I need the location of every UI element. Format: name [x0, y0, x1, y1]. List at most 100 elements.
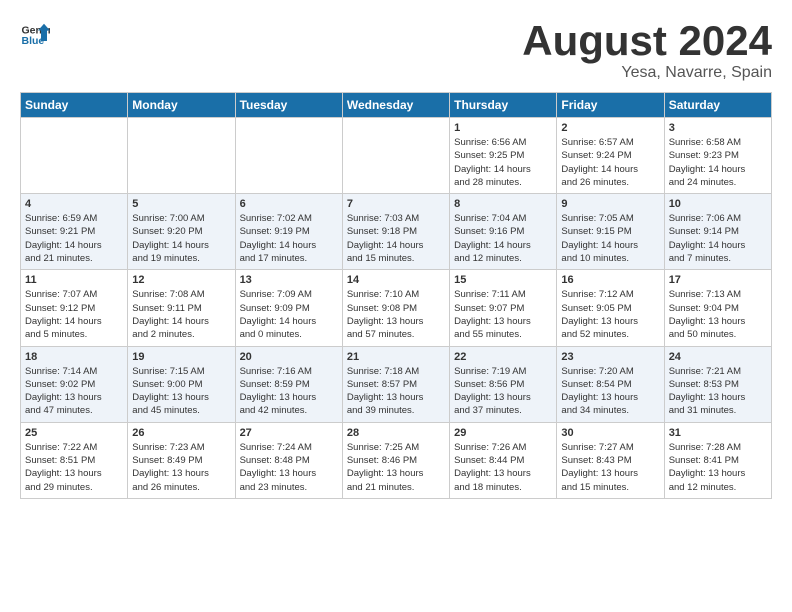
day-number: 10 [669, 198, 767, 210]
day-info: Sunrise: 7:25 AM Sunset: 8:46 PM Dayligh… [347, 441, 445, 494]
day-number: 11 [25, 274, 123, 286]
title-area: August 2024 Yesa, Navarre, Spain [522, 20, 772, 82]
day-info: Sunrise: 7:28 AM Sunset: 8:41 PM Dayligh… [669, 441, 767, 494]
table-row [128, 118, 235, 194]
day-number: 21 [347, 351, 445, 363]
day-number: 17 [669, 274, 767, 286]
day-info: Sunrise: 6:58 AM Sunset: 9:23 PM Dayligh… [669, 136, 767, 189]
calendar-header-row: Sunday Monday Tuesday Wednesday Thursday… [21, 93, 772, 118]
day-number: 5 [132, 198, 230, 210]
day-info: Sunrise: 7:24 AM Sunset: 8:48 PM Dayligh… [240, 441, 338, 494]
day-number: 6 [240, 198, 338, 210]
day-info: Sunrise: 7:26 AM Sunset: 8:44 PM Dayligh… [454, 441, 552, 494]
day-number: 4 [25, 198, 123, 210]
calendar-week-row: 18 Sunrise: 7:14 AM Sunset: 9:02 PM Dayli… [21, 346, 772, 422]
day-info: Sunrise: 7:23 AM Sunset: 8:49 PM Dayligh… [132, 441, 230, 494]
day-info: Sunrise: 7:19 AM Sunset: 8:56 PM Dayligh… [454, 365, 552, 418]
table-row: 17 Sunrise: 7:13 AM Sunset: 9:04 PM Dayli… [664, 270, 771, 346]
header-tuesday: Tuesday [235, 93, 342, 118]
day-info: Sunrise: 7:02 AM Sunset: 9:19 PM Dayligh… [240, 212, 338, 265]
location: Yesa, Navarre, Spain [522, 64, 772, 82]
day-info: Sunrise: 7:18 AM Sunset: 8:57 PM Dayligh… [347, 365, 445, 418]
table-row: 11Sunrise: 7:07 AM Sunset: 9:12 PM Dayli… [21, 270, 128, 346]
day-number: 2 [561, 122, 659, 134]
day-number: 24 [669, 351, 767, 363]
day-number: 23 [561, 351, 659, 363]
day-info: Sunrise: 7:22 AM Sunset: 8:51 PM Dayligh… [25, 441, 123, 494]
day-info: Sunrise: 7:11 AM Sunset: 9:07 PM Dayligh… [454, 288, 552, 341]
calendar-week-row: 11Sunrise: 7:07 AM Sunset: 9:12 PM Dayli… [21, 270, 772, 346]
day-number: 18 [25, 351, 123, 363]
day-info: Sunrise: 7:06 AM Sunset: 9:14 PM Dayligh… [669, 212, 767, 265]
table-row: 20 Sunrise: 7:16 AM Sunset: 8:59 PM Dayli… [235, 346, 342, 422]
day-info: Sunrise: 7:27 AM Sunset: 8:43 PM Dayligh… [561, 441, 659, 494]
logo: General Blue [20, 20, 50, 50]
calendar-week-row: 1Sunrise: 6:56 AM Sunset: 9:25 PM Daylig… [21, 118, 772, 194]
day-info: Sunrise: 7:09 AM Sunset: 9:09 PM Dayligh… [240, 288, 338, 341]
table-row: 13 Sunrise: 7:09 AM Sunset: 9:09 PM Dayli… [235, 270, 342, 346]
header-monday: Monday [128, 93, 235, 118]
table-row: 23 Sunrise: 7:20 AM Sunset: 8:54 PM Dayli… [557, 346, 664, 422]
day-info: Sunrise: 7:20 AM Sunset: 8:54 PM Dayligh… [561, 365, 659, 418]
header-wednesday: Wednesday [342, 93, 449, 118]
day-number: 3 [669, 122, 767, 134]
table-row: 2 Sunrise: 6:57 AM Sunset: 9:24 PM Daylig… [557, 118, 664, 194]
table-row: 15 Sunrise: 7:11 AM Sunset: 9:07 PM Dayli… [450, 270, 557, 346]
header-sunday: Sunday [21, 93, 128, 118]
day-info: Sunrise: 7:00 AM Sunset: 9:20 PM Dayligh… [132, 212, 230, 265]
table-row: 10 Sunrise: 7:06 AM Sunset: 9:14 PM Dayli… [664, 194, 771, 270]
table-row: 3 Sunrise: 6:58 AM Sunset: 9:23 PM Daylig… [664, 118, 771, 194]
day-number: 13 [240, 274, 338, 286]
svg-text:Blue: Blue [22, 35, 45, 47]
day-number: 14 [347, 274, 445, 286]
table-row: 29 Sunrise: 7:26 AM Sunset: 8:44 PM Dayli… [450, 422, 557, 498]
table-row: 4 Sunrise: 6:59 AM Sunset: 9:21 PM Daylig… [21, 194, 128, 270]
day-info: Sunrise: 6:57 AM Sunset: 9:24 PM Dayligh… [561, 136, 659, 189]
day-info: Sunrise: 7:13 AM Sunset: 9:04 PM Dayligh… [669, 288, 767, 341]
table-row [235, 118, 342, 194]
table-row: 14 Sunrise: 7:10 AM Sunset: 9:08 PM Dayli… [342, 270, 449, 346]
header-friday: Friday [557, 93, 664, 118]
calendar-week-row: 25 Sunrise: 7:22 AM Sunset: 8:51 PM Dayli… [21, 422, 772, 498]
table-row: 28 Sunrise: 7:25 AM Sunset: 8:46 PM Dayli… [342, 422, 449, 498]
day-number: 26 [132, 427, 230, 439]
table-row: 26 Sunrise: 7:23 AM Sunset: 8:49 PM Dayli… [128, 422, 235, 498]
day-number: 19 [132, 351, 230, 363]
table-row: 18 Sunrise: 7:14 AM Sunset: 9:02 PM Dayli… [21, 346, 128, 422]
table-row: 25 Sunrise: 7:22 AM Sunset: 8:51 PM Dayli… [21, 422, 128, 498]
day-number: 7 [347, 198, 445, 210]
table-row: 1Sunrise: 6:56 AM Sunset: 9:25 PM Daylig… [450, 118, 557, 194]
day-info: Sunrise: 7:05 AM Sunset: 9:15 PM Dayligh… [561, 212, 659, 265]
table-row: 24 Sunrise: 7:21 AM Sunset: 8:53 PM Dayli… [664, 346, 771, 422]
day-info: Sunrise: 7:14 AM Sunset: 9:02 PM Dayligh… [25, 365, 123, 418]
table-row: 21 Sunrise: 7:18 AM Sunset: 8:57 PM Dayli… [342, 346, 449, 422]
table-row: 7 Sunrise: 7:03 AM Sunset: 9:18 PM Daylig… [342, 194, 449, 270]
table-row [342, 118, 449, 194]
table-row: 16Sunrise: 7:12 AM Sunset: 9:05 PM Dayli… [557, 270, 664, 346]
day-info: Sunrise: 6:59 AM Sunset: 9:21 PM Dayligh… [25, 212, 123, 265]
calendar-table: Sunday Monday Tuesday Wednesday Thursday… [20, 92, 772, 499]
day-number: 31 [669, 427, 767, 439]
table-row: 12Sunrise: 7:08 AM Sunset: 9:11 PM Dayli… [128, 270, 235, 346]
day-number: 20 [240, 351, 338, 363]
day-info: Sunrise: 7:15 AM Sunset: 9:00 PM Dayligh… [132, 365, 230, 418]
header-thursday: Thursday [450, 93, 557, 118]
day-info: Sunrise: 7:16 AM Sunset: 8:59 PM Dayligh… [240, 365, 338, 418]
day-number: 8 [454, 198, 552, 210]
table-row: 6 Sunrise: 7:02 AM Sunset: 9:19 PM Daylig… [235, 194, 342, 270]
month-title: August 2024 [522, 20, 772, 62]
calendar-week-row: 4 Sunrise: 6:59 AM Sunset: 9:21 PM Daylig… [21, 194, 772, 270]
day-number: 29 [454, 427, 552, 439]
day-info: Sunrise: 7:08 AM Sunset: 9:11 PM Dayligh… [132, 288, 230, 341]
day-info: Sunrise: 7:21 AM Sunset: 8:53 PM Dayligh… [669, 365, 767, 418]
day-info: Sunrise: 6:56 AM Sunset: 9:25 PM Dayligh… [454, 136, 552, 189]
day-info: Sunrise: 7:03 AM Sunset: 9:18 PM Dayligh… [347, 212, 445, 265]
day-number: 25 [25, 427, 123, 439]
day-number: 27 [240, 427, 338, 439]
table-row [21, 118, 128, 194]
table-row: 19 Sunrise: 7:15 AM Sunset: 9:00 PM Dayli… [128, 346, 235, 422]
day-info: Sunrise: 7:04 AM Sunset: 9:16 PM Dayligh… [454, 212, 552, 265]
day-number: 15 [454, 274, 552, 286]
day-info: Sunrise: 7:10 AM Sunset: 9:08 PM Dayligh… [347, 288, 445, 341]
day-number: 28 [347, 427, 445, 439]
